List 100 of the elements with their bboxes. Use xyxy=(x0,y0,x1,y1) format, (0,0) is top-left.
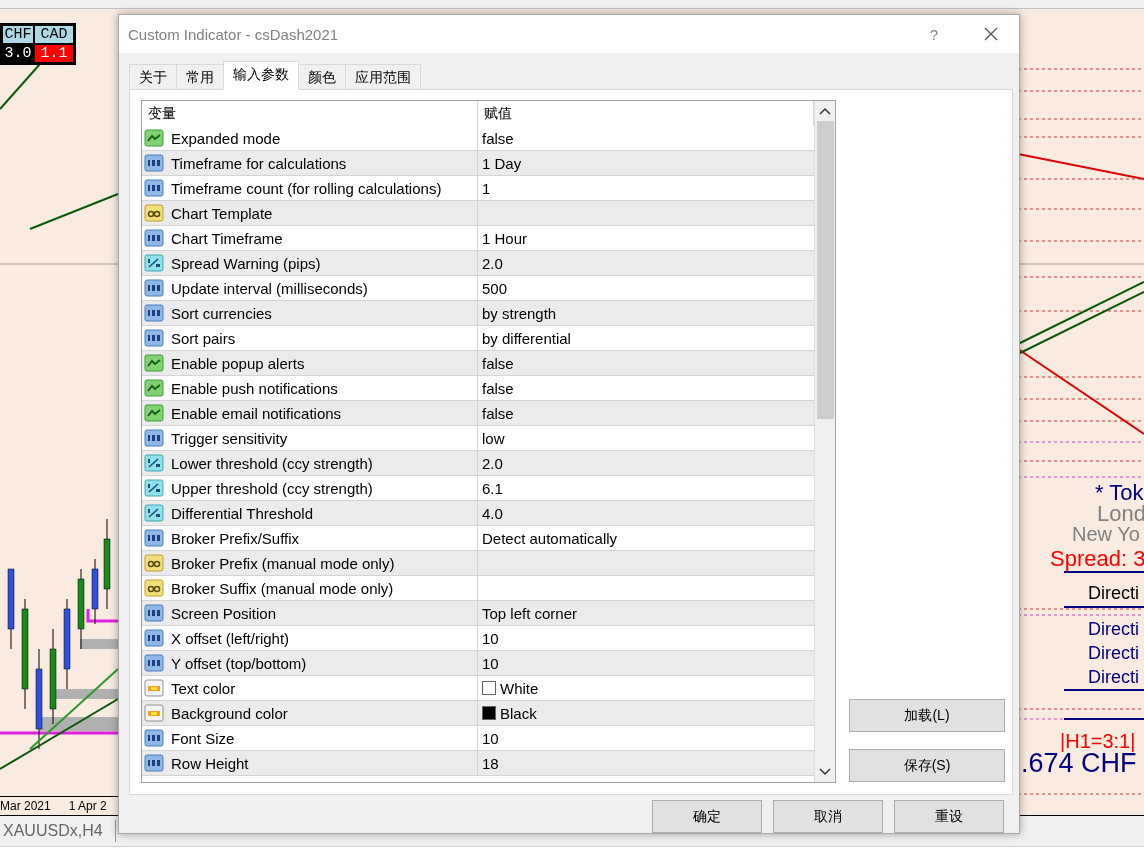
parameter-value: 2.0 xyxy=(482,454,503,472)
number-icon xyxy=(144,654,164,672)
parameter-value: by strength xyxy=(482,304,557,322)
column-header: 赋值 xyxy=(478,101,814,126)
fraction-icon xyxy=(144,254,164,272)
parameter-value: false xyxy=(482,404,514,422)
parameter-name: Broker Prefix (manual mode only) xyxy=(171,554,395,572)
parameter-value: 1 xyxy=(482,179,491,197)
fraction-icon xyxy=(144,504,164,522)
parameter-value: 10 xyxy=(482,629,499,647)
parameter-value: false xyxy=(482,379,514,397)
chart-label: |H1=3:1| xyxy=(1060,731,1136,751)
parameter-name: Chart Template xyxy=(171,204,273,222)
chart-label: New Yo xyxy=(1072,524,1140,544)
number-icon xyxy=(144,279,164,297)
number-icon xyxy=(144,229,164,247)
parameter-value: 18 xyxy=(482,754,499,772)
parameter-name: Y offset (top/bottom) xyxy=(171,654,307,672)
parameter-value: 500 xyxy=(482,279,508,297)
chart-label: * Tok xyxy=(1095,482,1144,504)
parameter-value: 1 Hour xyxy=(482,229,528,247)
parameter-name: Upper threshold (ccy strength) xyxy=(171,479,373,497)
scroll-down-icon[interactable] xyxy=(819,768,831,776)
parameter-name: Update interval (milliseconds) xyxy=(171,279,368,297)
dialog-tab[interactable]: 应用范围 xyxy=(345,64,421,89)
currency-value: 1.1 xyxy=(35,45,73,62)
parameter-name: Differential Threshold xyxy=(171,504,314,522)
line-chart-icon xyxy=(144,404,164,422)
trend-line xyxy=(0,63,41,110)
number-icon xyxy=(144,304,164,322)
close-icon[interactable] xyxy=(984,27,998,41)
chart-label: Lond xyxy=(1097,503,1144,525)
parameter-value: low xyxy=(482,429,505,447)
dialog-button[interactable]: 取消 xyxy=(773,800,883,833)
date-label: 1 Apr 2 xyxy=(68,799,107,813)
fraction-icon xyxy=(144,454,164,472)
parameter-name: Screen Position xyxy=(171,604,277,622)
number-icon xyxy=(144,754,164,772)
parameter-value: 10 xyxy=(482,729,499,747)
parameter-name: Background color xyxy=(171,704,288,722)
parameter-value: 4.0 xyxy=(482,504,503,522)
parameter-name: Trigger sensitivity xyxy=(171,429,288,447)
parameter-name: Spread Warning (pips) xyxy=(171,254,321,272)
line-chart-icon xyxy=(144,379,164,397)
parameter-value: 6.1 xyxy=(482,479,503,497)
help-button[interactable]: ? xyxy=(905,25,963,43)
dialog-tab[interactable]: 关于 xyxy=(129,64,177,89)
date-label: Mar 2021 xyxy=(0,799,51,813)
parameter-name: Sort pairs xyxy=(171,329,236,347)
parameter-value: Detect automatically xyxy=(482,529,618,547)
parameter-value: 2.0 xyxy=(482,254,503,272)
parameter-value: 1 Day xyxy=(482,154,522,172)
number-icon xyxy=(144,729,164,747)
parameter-name: Timeframe for calculations xyxy=(171,154,347,172)
dialog-tab[interactable]: 输入参数 xyxy=(223,61,299,90)
parameter-name: Sort currencies xyxy=(171,304,272,322)
parameter-name: Broker Prefix/Suffix xyxy=(171,529,300,547)
parameter-name: X offset (left/right) xyxy=(171,629,290,647)
chart-label: Directi xyxy=(1088,644,1139,662)
currency-header: CAD xyxy=(35,26,73,43)
chart-label: Directi xyxy=(1088,620,1139,638)
dialog-button[interactable]: 确定 xyxy=(652,800,762,833)
scrollbar[interactable] xyxy=(814,101,835,782)
parameter-name: Text color xyxy=(171,679,236,697)
dialog-button[interactable]: 重设 xyxy=(894,800,1004,833)
chart-label: Directi xyxy=(1088,668,1139,686)
parameter-name: Enable popup alerts xyxy=(171,354,305,372)
currency-header: CHF xyxy=(3,26,33,43)
parameter-value: Black xyxy=(500,704,537,722)
parameter-name: Chart Timeframe xyxy=(171,229,283,247)
symbol-tab[interactable]: XAUUSDx,H4 xyxy=(3,820,116,842)
parameter-value: false xyxy=(482,354,514,372)
parameter-name: Font Size xyxy=(171,729,235,747)
number-icon xyxy=(144,179,164,197)
fraction-icon xyxy=(144,479,164,497)
chart-label: Directi xyxy=(1088,584,1139,602)
parameter-name: Enable push notifications xyxy=(171,379,338,397)
scroll-up-icon[interactable] xyxy=(819,107,831,115)
number-icon xyxy=(144,154,164,172)
parameter-value: false xyxy=(482,129,514,147)
parameter-value: 10 xyxy=(482,654,499,672)
number-icon xyxy=(144,429,164,447)
parameter-name: Enable email notifications xyxy=(171,404,342,422)
number-icon xyxy=(144,529,164,547)
parameter-name: Row Height xyxy=(171,754,249,772)
scroll-thumb[interactable] xyxy=(816,121,834,419)
number-icon xyxy=(144,329,164,347)
parameter-name: Expanded mode xyxy=(171,129,281,147)
chart-label: Spread: 3 xyxy=(1050,548,1144,570)
parameter-value: by differential xyxy=(482,329,571,347)
window-title: Custom Indicator - csDash2021 xyxy=(128,25,340,43)
side-button[interactable]: 保存(S) xyxy=(849,749,1005,782)
line-chart-icon xyxy=(144,354,164,372)
side-button[interactable]: 加载(L) xyxy=(849,699,1005,732)
line-chart-icon xyxy=(144,129,164,147)
parameter-name: Timeframe count (for rolling calculations) xyxy=(171,179,442,197)
parameter-value: Top left corner xyxy=(482,604,578,622)
parameter-name: Lower threshold (ccy strength) xyxy=(171,454,373,472)
column-header: 变量 xyxy=(142,101,478,126)
parameter-name: Broker Suffix (manual mode only) xyxy=(171,579,394,597)
